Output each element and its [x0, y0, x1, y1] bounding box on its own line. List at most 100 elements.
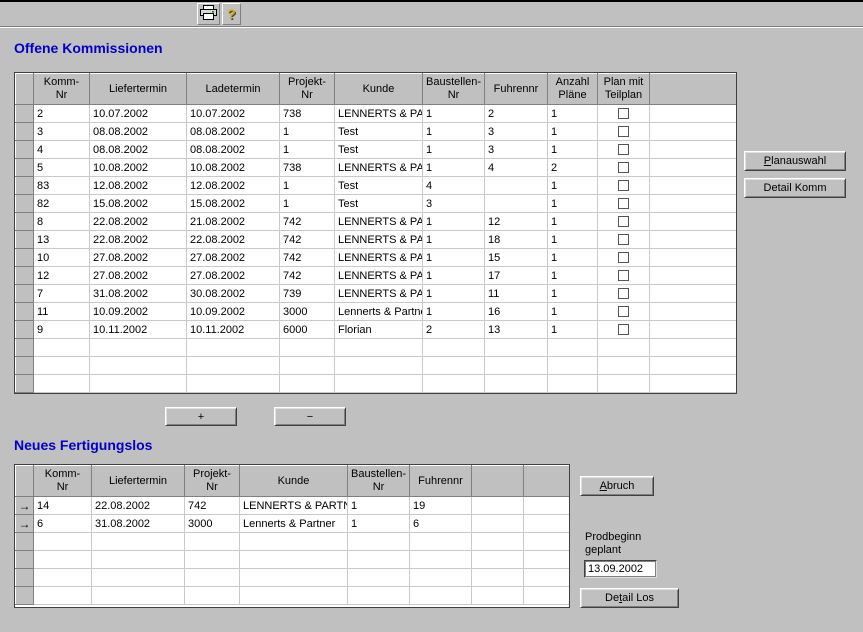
cell[interactable]: 83 [34, 177, 90, 195]
cell[interactable] [650, 267, 738, 285]
cell[interactable]: 22.08.2002 [90, 231, 187, 249]
cell[interactable]: 31.08.2002 [92, 515, 185, 533]
cell[interactable]: 742 [185, 497, 240, 515]
cell[interactable]: 12 [485, 213, 548, 231]
cell[interactable]: 1 [348, 515, 410, 533]
teilplan-checkbox-cell[interactable] [598, 267, 650, 285]
cell[interactable]: 742 [280, 213, 335, 231]
column-header[interactable]: Komm- Nr [34, 466, 92, 497]
checkbox-unchecked[interactable] [618, 252, 629, 263]
cell[interactable]: 10.08.2002 [187, 159, 280, 177]
teilplan-checkbox-cell[interactable] [598, 321, 650, 339]
cell[interactable] [485, 195, 548, 213]
cell[interactable]: LENNERTS & PA [335, 159, 423, 177]
cell[interactable]: 3 [34, 123, 90, 141]
cell[interactable]: 1 [548, 231, 598, 249]
cell[interactable]: 1 [423, 231, 485, 249]
column-header[interactable] [524, 466, 571, 497]
cell[interactable]: 738 [280, 159, 335, 177]
cell[interactable]: LENNERTS & PA [335, 105, 423, 123]
cell[interactable]: 08.08.2002 [90, 123, 187, 141]
cell[interactable]: 1 [548, 249, 598, 267]
cell[interactable]: 1 [548, 285, 598, 303]
cell[interactable]: 11 [34, 303, 90, 321]
checkbox-unchecked[interactable] [618, 234, 629, 245]
cell[interactable]: 739 [280, 285, 335, 303]
cell[interactable]: 19 [410, 497, 472, 515]
cell[interactable] [472, 515, 524, 533]
row-selector[interactable] [16, 177, 34, 195]
cell[interactable]: 1 [548, 177, 598, 195]
cell[interactable]: Lennerts & Partne [335, 303, 423, 321]
cell[interactable]: 15 [485, 249, 548, 267]
cell[interactable]: 18 [485, 231, 548, 249]
cell[interactable]: 3000 [280, 303, 335, 321]
checkbox-unchecked[interactable] [618, 198, 629, 209]
cell[interactable]: Florian [335, 321, 423, 339]
row-selector[interactable] [16, 321, 34, 339]
cell[interactable]: 742 [280, 249, 335, 267]
cell[interactable]: 12.08.2002 [90, 177, 187, 195]
cell[interactable]: 7 [34, 285, 90, 303]
cell[interactable]: LENNERTS & PA [335, 213, 423, 231]
cell[interactable]: LENNERTS & PA [335, 249, 423, 267]
cell[interactable]: 14 [34, 497, 92, 515]
abort-button[interactable]: Abruch [580, 476, 654, 496]
teilplan-checkbox-cell[interactable] [598, 177, 650, 195]
planauswahl-button[interactable]: Planauswahl [744, 151, 846, 171]
row-selector[interactable] [16, 285, 34, 303]
cell[interactable]: 1 [423, 303, 485, 321]
column-header[interactable]: Kunde [335, 74, 423, 105]
cell[interactable] [524, 515, 571, 533]
cell[interactable]: 2 [423, 321, 485, 339]
current-row-arrow-icon[interactable]: → [16, 515, 34, 533]
cell[interactable]: 5 [34, 159, 90, 177]
cell[interactable]: 8 [34, 213, 90, 231]
cell[interactable] [485, 177, 548, 195]
checkbox-unchecked[interactable] [618, 162, 629, 173]
column-header[interactable]: Fuhrennr [410, 466, 472, 497]
column-header[interactable]: Anzahl Pläne [548, 74, 598, 105]
cell[interactable] [650, 105, 738, 123]
print-button[interactable] [197, 3, 220, 25]
cell[interactable] [472, 497, 524, 515]
cell[interactable] [650, 213, 738, 231]
cell[interactable]: 08.08.2002 [187, 141, 280, 159]
cell[interactable]: Test [335, 195, 423, 213]
checkbox-unchecked[interactable] [618, 324, 629, 335]
checkbox-unchecked[interactable] [618, 288, 629, 299]
cell[interactable]: 1 [348, 497, 410, 515]
cell[interactable]: 10.07.2002 [187, 105, 280, 123]
cell[interactable]: 1 [423, 141, 485, 159]
cell[interactable]: 12.08.2002 [187, 177, 280, 195]
row-selector[interactable] [16, 213, 34, 231]
cell[interactable]: 11 [485, 285, 548, 303]
cell[interactable]: 6 [34, 515, 92, 533]
cell[interactable] [650, 195, 738, 213]
cell[interactable] [650, 159, 738, 177]
column-header[interactable]: Kunde [240, 466, 348, 497]
cell[interactable]: 22.08.2002 [187, 231, 280, 249]
cell[interactable]: 16 [485, 303, 548, 321]
cell[interactable]: 21.08.2002 [187, 213, 280, 231]
row-selector[interactable] [16, 249, 34, 267]
cell[interactable]: 4 [423, 177, 485, 195]
cell[interactable] [650, 123, 738, 141]
remove-row-button[interactable]: − [274, 407, 346, 426]
cell[interactable] [650, 231, 738, 249]
cell[interactable]: 3 [423, 195, 485, 213]
row-selector[interactable] [16, 375, 34, 393]
checkbox-unchecked[interactable] [618, 126, 629, 137]
column-header[interactable]: Ladetermin [187, 74, 280, 105]
detail-los-button[interactable]: Detail Los [580, 588, 679, 608]
cell[interactable]: 10.09.2002 [90, 303, 187, 321]
cell[interactable]: 2 [548, 159, 598, 177]
row-selector[interactable] [16, 533, 34, 551]
cell[interactable]: 1 [280, 141, 335, 159]
column-header[interactable]: Baustellen- Nr [423, 74, 485, 105]
cell[interactable]: 1 [548, 213, 598, 231]
cell[interactable]: 6000 [280, 321, 335, 339]
detail-komm-button[interactable]: Detail Komm [744, 178, 846, 198]
cell[interactable]: 27.08.2002 [90, 249, 187, 267]
row-selector[interactable] [16, 551, 34, 569]
